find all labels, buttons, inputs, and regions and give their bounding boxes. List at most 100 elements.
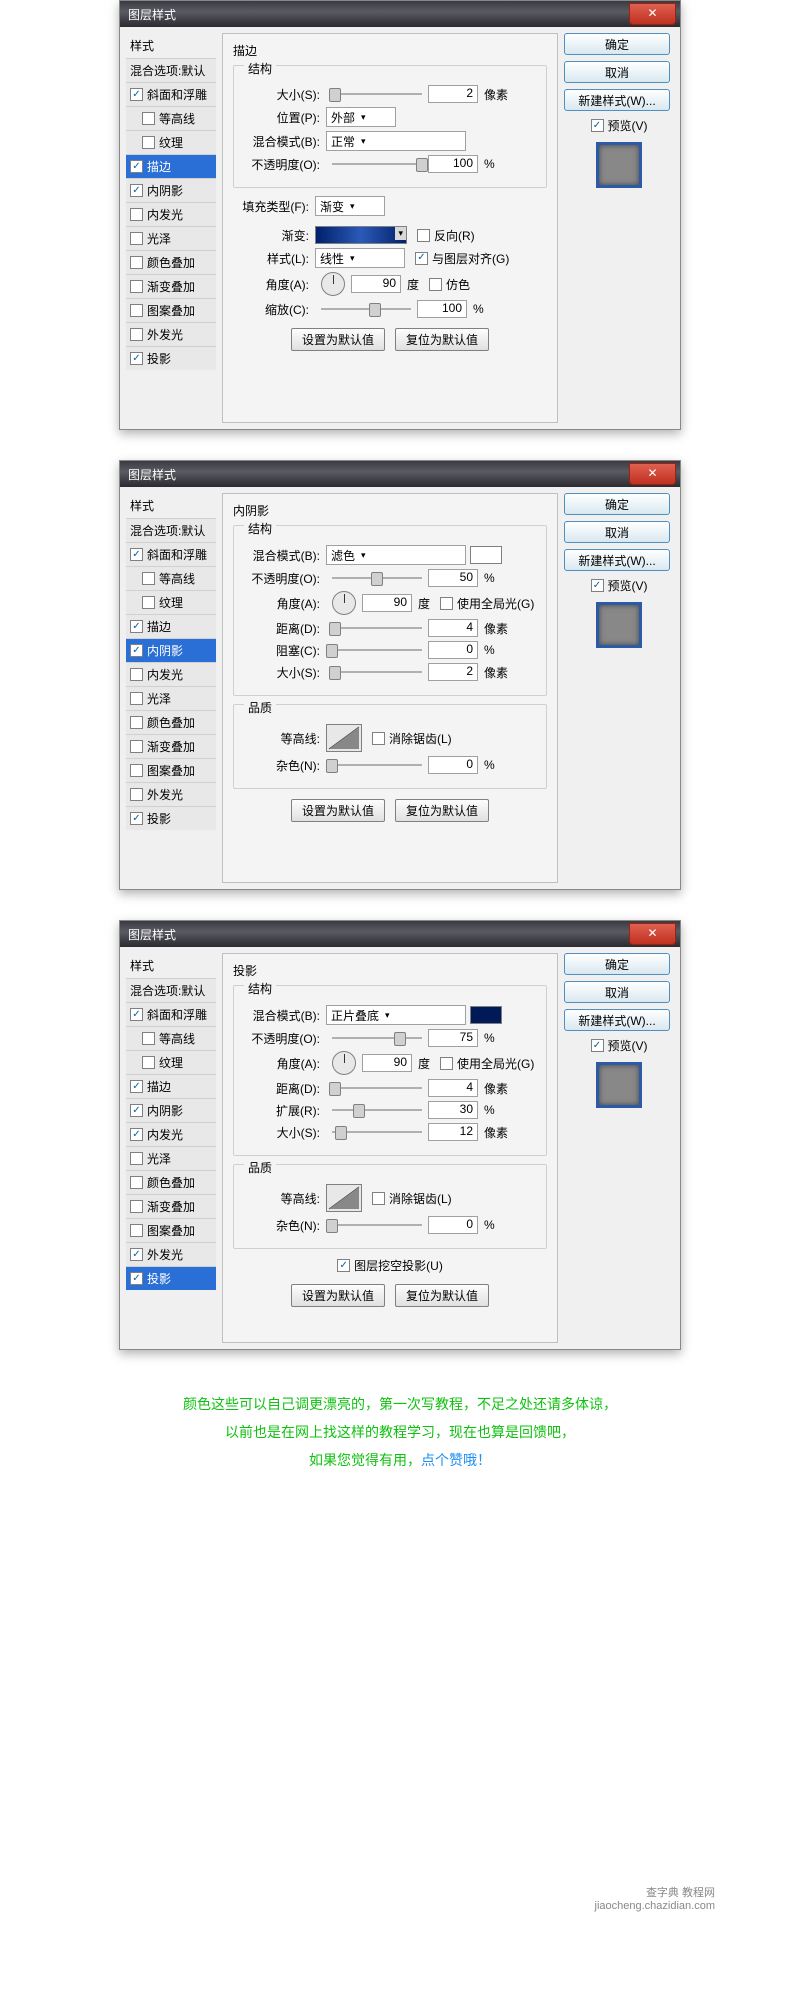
sidebar-item-inner-shadow[interactable]: 内阴影 [126, 1098, 216, 1122]
ok-button[interactable]: 确定 [564, 953, 670, 975]
sidebar-item-pat-overlay[interactable]: 图案叠加 [126, 758, 216, 782]
opacity-input[interactable]: 75 [428, 1029, 478, 1047]
blend-default[interactable]: 混合选项:默认 [126, 978, 216, 1002]
blend-default[interactable]: 混合选项:默认 [126, 518, 216, 542]
checkbox-icon[interactable] [130, 548, 143, 561]
contour-picker[interactable] [326, 724, 362, 752]
blend-dropdown[interactable]: 正片叠底 [326, 1005, 466, 1025]
preview-checkbox[interactable] [591, 119, 604, 132]
sidebar-item-bevel[interactable]: 斜面和浮雕 [126, 542, 216, 566]
checkbox-icon[interactable] [130, 644, 143, 657]
checkbox-icon[interactable] [130, 1152, 143, 1165]
sidebar-item-pat-overlay[interactable]: 图案叠加 [126, 1218, 216, 1242]
color-swatch[interactable] [470, 1006, 502, 1024]
sidebar-item-satin[interactable]: 光泽 [126, 686, 216, 710]
new-style-button[interactable]: 新建样式(W)... [564, 1009, 670, 1031]
opacity-input[interactable]: 50 [428, 569, 478, 587]
new-style-button[interactable]: 新建样式(W)... [564, 89, 670, 111]
checkbox-icon[interactable] [130, 1080, 143, 1093]
close-button[interactable]: ✕ [629, 3, 676, 25]
checkbox-icon[interactable] [130, 1224, 143, 1237]
blend-default[interactable]: 混合选项:默认 [126, 58, 216, 82]
sidebar-item-inner-glow[interactable]: 内发光 [126, 202, 216, 226]
titlebar[interactable]: 图层样式 ✕ [120, 921, 680, 947]
opacity-slider[interactable] [332, 1032, 422, 1044]
checkbox-icon[interactable] [130, 256, 143, 269]
checkbox-icon[interactable] [142, 596, 155, 609]
size-slider[interactable] [332, 88, 422, 100]
sidebar-item-drop-shadow[interactable]: 投影 [126, 806, 216, 830]
align-checkbox[interactable] [415, 252, 428, 265]
checkbox-icon[interactable] [130, 620, 143, 633]
color-swatch[interactable] [470, 546, 502, 564]
angle-dial[interactable] [332, 1051, 356, 1075]
scale-slider[interactable] [321, 303, 411, 315]
sidebar-item-texture[interactable]: 纹理 [126, 590, 216, 614]
sidebar-item-grad-overlay[interactable]: 渐变叠加 [126, 734, 216, 758]
global-light-checkbox[interactable] [440, 1057, 453, 1070]
sidebar-item-drop-shadow[interactable]: 投影 [126, 346, 216, 370]
checkbox-icon[interactable] [130, 1008, 143, 1021]
gradient-swatch[interactable] [315, 226, 407, 244]
opacity-slider[interactable] [332, 572, 422, 584]
sidebar-item-color-overlay[interactable]: 颜色叠加 [126, 710, 216, 734]
checkbox-icon[interactable] [130, 1104, 143, 1117]
checkbox-icon[interactable] [130, 740, 143, 753]
checkbox-icon[interactable] [130, 280, 143, 293]
size-slider[interactable] [332, 1126, 422, 1138]
titlebar[interactable]: 图层样式 ✕ [120, 461, 680, 487]
checkbox-icon[interactable] [130, 160, 143, 173]
dither-checkbox[interactable] [429, 278, 442, 291]
size-slider[interactable] [332, 666, 422, 678]
sidebar-item-contour[interactable]: 等高线 [126, 566, 216, 590]
new-style-button[interactable]: 新建样式(W)... [564, 549, 670, 571]
sidebar-item-grad-overlay[interactable]: 渐变叠加 [126, 1194, 216, 1218]
angle-dial[interactable] [321, 272, 345, 296]
checkbox-icon[interactable] [142, 572, 155, 585]
cancel-button[interactable]: 取消 [564, 61, 670, 83]
angle-input[interactable]: 90 [362, 594, 412, 612]
checkbox-icon[interactable] [130, 764, 143, 777]
sidebar-item-color-overlay[interactable]: 颜色叠加 [126, 250, 216, 274]
sidebar-item-outer-glow[interactable]: 外发光 [126, 322, 216, 346]
angle-input[interactable]: 90 [351, 275, 401, 293]
sidebar-item-outer-glow[interactable]: 外发光 [126, 782, 216, 806]
sidebar-item-contour[interactable]: 等高线 [126, 106, 216, 130]
distance-input[interactable]: 4 [428, 1079, 478, 1097]
checkbox-icon[interactable] [130, 304, 143, 317]
contour-picker[interactable] [326, 1184, 362, 1212]
checkbox-icon[interactable] [130, 1200, 143, 1213]
cancel-button[interactable]: 取消 [564, 981, 670, 1003]
choke-slider[interactable] [332, 644, 422, 656]
close-button[interactable]: ✕ [629, 923, 676, 945]
sidebar-item-satin[interactable]: 光泽 [126, 1146, 216, 1170]
make-default-button[interactable]: 设置为默认值 [291, 799, 385, 822]
sidebar-item-pat-overlay[interactable]: 图案叠加 [126, 298, 216, 322]
sidebar-item-stroke[interactable]: 描边 [126, 154, 216, 178]
noise-input[interactable]: 0 [428, 756, 478, 774]
checkbox-icon[interactable] [142, 112, 155, 125]
blend-dropdown[interactable]: 滤色 [326, 545, 466, 565]
opacity-input[interactable]: 100 [428, 155, 478, 173]
checkbox-icon[interactable] [130, 1248, 143, 1261]
distance-slider[interactable] [332, 1082, 422, 1094]
reset-default-button[interactable]: 复位为默认值 [395, 328, 489, 351]
noise-slider[interactable] [332, 759, 422, 771]
close-button[interactable]: ✕ [629, 463, 676, 485]
checkbox-icon[interactable] [130, 692, 143, 705]
spread-input[interactable]: 30 [428, 1101, 478, 1119]
sidebar-item-inner-shadow[interactable]: 内阴影 [126, 638, 216, 662]
sidebar-item-drop-shadow[interactable]: 投影 [126, 1266, 216, 1290]
checkbox-icon[interactable] [130, 232, 143, 245]
sidebar-item-contour[interactable]: 等高线 [126, 1026, 216, 1050]
angle-dial[interactable] [332, 591, 356, 615]
checkbox-icon[interactable] [142, 1032, 155, 1045]
distance-slider[interactable] [332, 622, 422, 634]
distance-input[interactable]: 4 [428, 619, 478, 637]
position-dropdown[interactable]: 外部 [326, 107, 396, 127]
checkbox-icon[interactable] [130, 788, 143, 801]
checkbox-icon[interactable] [130, 668, 143, 681]
knockout-checkbox[interactable] [337, 1259, 350, 1272]
checkbox-icon[interactable] [130, 184, 143, 197]
sidebar-item-bevel[interactable]: 斜面和浮雕 [126, 1002, 216, 1026]
